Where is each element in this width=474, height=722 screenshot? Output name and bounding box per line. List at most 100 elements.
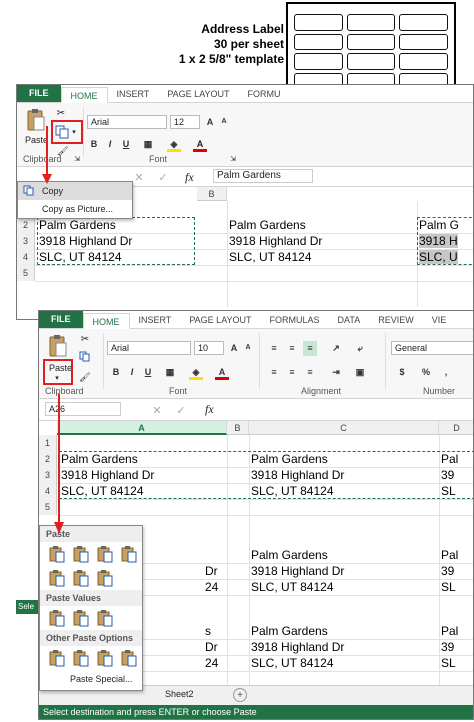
- italic-button[interactable]: I: [103, 137, 117, 152]
- orientation-icon[interactable]: ↗: [329, 341, 343, 356]
- tab-file-bottom[interactable]: FILE: [39, 311, 83, 328]
- paste-formatting-icon[interactable]: [48, 649, 66, 667]
- cancel-icon[interactable]: ✕: [133, 170, 145, 184]
- fill-color-icon[interactable]: ◈: [167, 137, 181, 152]
- other-paste-options-head: Other Paste Options: [40, 630, 142, 646]
- font-group-label: Font: [149, 154, 168, 164]
- fill-color-icon-bottom[interactable]: ◈: [189, 365, 203, 380]
- align-right-icon[interactable]: ≡: [303, 365, 317, 380]
- cancel-icon-bottom[interactable]: ✕: [151, 403, 163, 417]
- paste-values-icon[interactable]: [48, 609, 66, 627]
- align-bottom-icon[interactable]: ≡: [303, 341, 317, 356]
- font-name-box-bottom[interactable]: Arial: [107, 341, 191, 355]
- italic-button-bottom[interactable]: I: [125, 365, 139, 380]
- label-cell: [294, 53, 343, 70]
- cut-icon-bottom[interactable]: ✂: [79, 333, 91, 345]
- paste-no-borders-icon[interactable]: [48, 569, 66, 587]
- cut-icon[interactable]: ✂: [55, 107, 67, 119]
- fx-icon-bottom[interactable]: fx: [205, 402, 214, 417]
- merge-icon[interactable]: ▣: [353, 365, 367, 380]
- align-middle-icon[interactable]: ≡: [285, 341, 299, 356]
- paste-option-icon[interactable]: [48, 545, 66, 563]
- column-header-b[interactable]: B: [197, 187, 227, 201]
- align-top-icon[interactable]: ≡: [267, 341, 281, 356]
- underline-button-bottom[interactable]: U: [141, 365, 155, 380]
- font-size-box-bottom[interactable]: 10: [194, 341, 224, 355]
- font-color-icon-bottom[interactable]: A: [215, 365, 229, 380]
- paste-values-source-icon[interactable]: [96, 609, 114, 627]
- label2-line1: Palm Gardens: [229, 218, 306, 232]
- paste-formulas-number-icon[interactable]: [96, 545, 114, 563]
- copy-icon-bottom[interactable]: [79, 351, 91, 363]
- formula-input[interactable]: Palm Gardens: [213, 169, 313, 183]
- tab-home-bottom[interactable]: HOME: [82, 313, 130, 329]
- increase-font-icon-bottom[interactable]: A: [227, 341, 241, 356]
- tab-data-bottom[interactable]: DATA: [329, 312, 370, 328]
- wrap-text-icon[interactable]: ⤶: [353, 341, 367, 356]
- decrease-font-icon[interactable]: A: [217, 115, 231, 130]
- enter-icon[interactable]: ✓: [157, 170, 169, 184]
- tab-insert[interactable]: INSERT: [108, 86, 159, 102]
- row-header-5[interactable]: 5: [17, 265, 35, 281]
- fx-icon[interactable]: fx: [185, 170, 194, 185]
- paste-linked-picture-icon[interactable]: [120, 649, 138, 667]
- tab-page-layout-bottom[interactable]: PAGE LAYOUT: [180, 312, 260, 328]
- row-header-4[interactable]: 4: [17, 249, 35, 265]
- underline-button[interactable]: U: [119, 137, 133, 152]
- paste-special-item[interactable]: Paste Special...: [40, 670, 142, 688]
- column-header-a[interactable]: A: [57, 421, 227, 435]
- mid-a-line3: 24: [205, 580, 219, 594]
- copy-as-picture-item[interactable]: Copy as Picture...: [18, 200, 132, 218]
- column-header-d[interactable]: D: [439, 421, 473, 435]
- number-format-box[interactable]: General: [391, 341, 473, 355]
- copy-menu-item[interactable]: Copy: [18, 182, 132, 200]
- font-dialog-launcher-icon[interactable]: ⇲: [229, 155, 237, 163]
- row-header-3[interactable]: 3: [17, 233, 35, 249]
- decrease-font-icon-bottom[interactable]: A: [241, 341, 255, 356]
- tab-page-layout[interactable]: PAGE LAYOUT: [158, 86, 238, 102]
- paste-picture-icon[interactable]: [96, 649, 114, 667]
- align-center-icon[interactable]: ≡: [285, 365, 299, 380]
- tab-view-bottom[interactable]: VIE: [423, 312, 456, 328]
- comma-icon[interactable]: ,: [439, 365, 453, 380]
- row-header-2[interactable]: 2: [17, 217, 35, 233]
- tab-insert-bottom[interactable]: INSERT: [130, 312, 181, 328]
- format-painter-icon-bottom[interactable]: 🖌: [79, 371, 91, 383]
- align-left-icon[interactable]: ≡: [267, 365, 281, 380]
- paste-keep-source-icon[interactable]: [120, 545, 138, 563]
- paste-values-number-icon[interactable]: [72, 609, 90, 627]
- paste-keep-widths-icon[interactable]: [72, 569, 90, 587]
- bold-button[interactable]: B: [87, 137, 101, 152]
- tab-formulas-bottom[interactable]: FORMULAS: [261, 312, 329, 328]
- borders-icon-bottom[interactable]: ▦: [163, 365, 177, 380]
- label-cell: [399, 14, 448, 31]
- tab-home[interactable]: HOME: [60, 87, 108, 103]
- add-sheet-icon[interactable]: +: [233, 688, 247, 702]
- enter-icon-bottom[interactable]: ✓: [175, 403, 187, 417]
- font-name-box[interactable]: Arial: [87, 115, 167, 129]
- tab-review-bottom[interactable]: REVIEW: [369, 312, 423, 328]
- tab-formulas[interactable]: FORMU: [239, 86, 290, 102]
- bold-button-bottom[interactable]: B: [109, 365, 123, 380]
- column-header-b-bottom[interactable]: B: [227, 421, 249, 435]
- borders-icon[interactable]: ▦: [141, 137, 155, 152]
- column-header-c[interactable]: C: [249, 421, 439, 435]
- paste-transpose-icon[interactable]: [96, 569, 114, 587]
- paste-formulas-icon[interactable]: [72, 545, 90, 563]
- currency-icon[interactable]: $: [395, 365, 409, 380]
- bot-d-line2: 39: [441, 640, 455, 654]
- alignment-group-label: Alignment: [301, 386, 342, 396]
- increase-font-icon[interactable]: A: [203, 115, 217, 130]
- copy-marquee-bottom: [59, 451, 473, 499]
- font-size-box[interactable]: 12: [170, 115, 200, 129]
- font-color-icon[interactable]: A: [193, 137, 207, 152]
- ribbon-tabs-bottom: FILE HOME INSERT PAGE LAYOUT FORMULAS DA…: [39, 311, 473, 329]
- paste-icon-bottom[interactable]: [47, 333, 69, 359]
- indent-icon[interactable]: ⇥: [329, 365, 343, 380]
- percent-icon[interactable]: %: [419, 365, 433, 380]
- heading-line3: 1 x 2 5/8" template: [178, 52, 284, 66]
- paste-link-icon[interactable]: [72, 649, 90, 667]
- sheet-tab-sheet2[interactable]: Sheet2: [165, 689, 194, 699]
- dialog-launcher-icon[interactable]: ⇲: [73, 155, 81, 163]
- tab-file[interactable]: FILE: [17, 85, 61, 102]
